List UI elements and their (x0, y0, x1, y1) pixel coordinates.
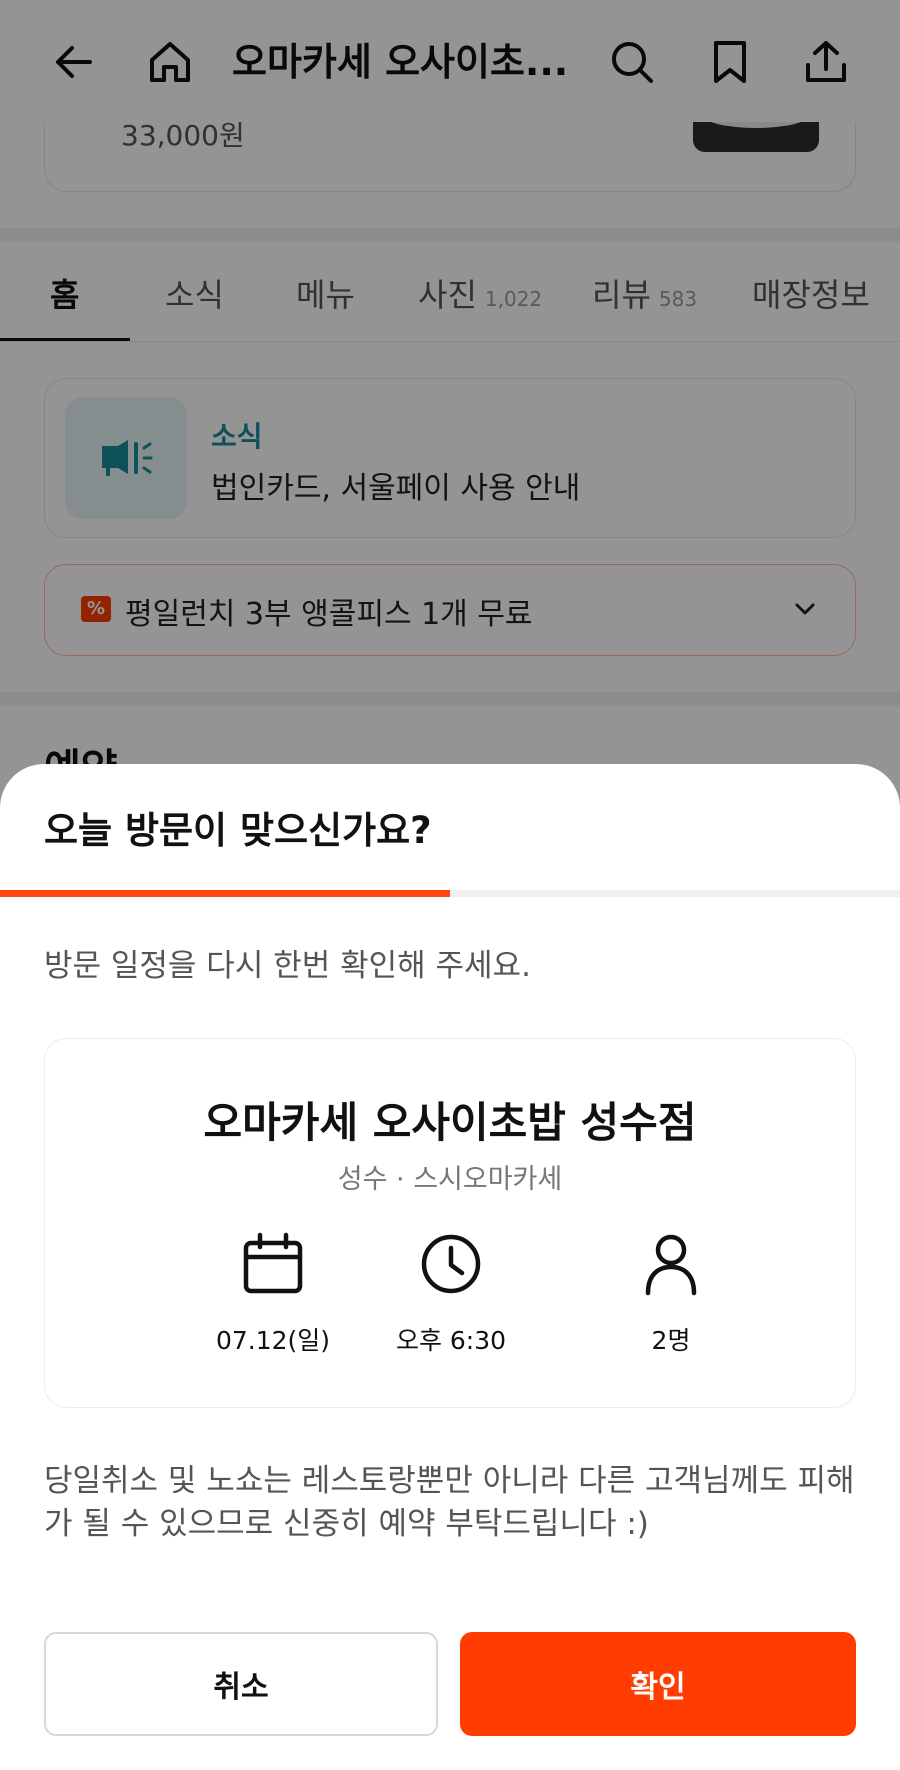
cancellation-notice: 당일취소 및 노쇼는 레스토랑뿐만 아니라 다른 고객님께도 피해가 될 수 있… (44, 1463, 855, 1542)
cancel-button[interactable]: 취소 (44, 1632, 438, 1736)
date-value: 07.12(일) (215, 1326, 331, 1355)
reservation-party: 2명 (571, 1229, 771, 1357)
calendar-icon (243, 1232, 303, 1294)
sheet-title: 오늘 방문이 맞으신가요? (44, 809, 432, 852)
party-value: 2명 (651, 1326, 691, 1355)
reservation-date: 07.12(일) (173, 1229, 373, 1357)
reservation-summary-card: 오마카세 오사이초밥 성수점 성수 · 스시오마카세 07.12(일) 오후 6… (44, 1038, 856, 1408)
visit-confirm-sheet: 오늘 방문이 맞으신가요? 방문 일정을 다시 한번 확인해 주세요. 오마카세… (0, 764, 900, 1770)
progress-bar (0, 890, 900, 897)
confirm-button[interactable]: 확인 (460, 1632, 856, 1736)
clock-icon (421, 1234, 481, 1294)
person-icon (645, 1234, 697, 1296)
progress-bar-fill (0, 890, 450, 897)
sheet-subtitle: 방문 일정을 다시 한번 확인해 주세요. (44, 948, 531, 984)
restaurant-category: 성수 · 스시오마카세 (337, 1164, 563, 1195)
restaurant-name: 오마카세 오사이초밥 성수점 (203, 1098, 697, 1147)
time-value: 오후 6:30 (395, 1326, 507, 1355)
reservation-time: 오후 6:30 (351, 1229, 551, 1357)
